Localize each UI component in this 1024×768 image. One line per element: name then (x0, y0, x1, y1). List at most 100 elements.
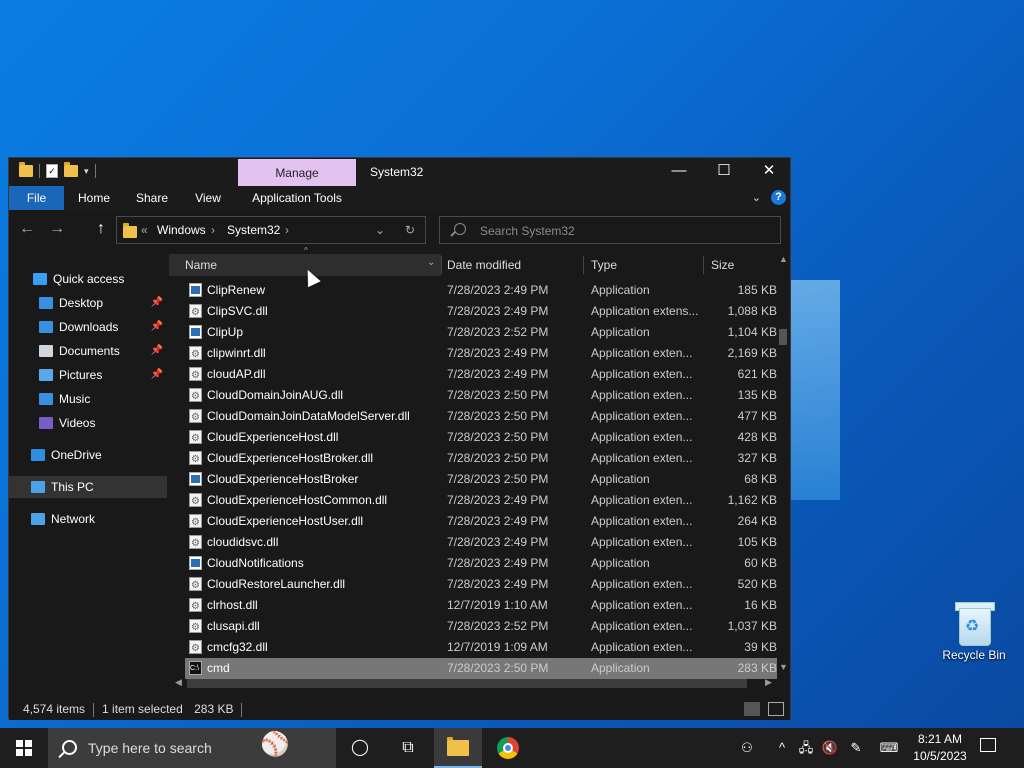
table-row[interactable]: clipwinrt.dll 7/28/2023 2:49 PM Applicatio… (185, 343, 777, 365)
minimize-button[interactable]: — (656, 158, 702, 186)
tab-home[interactable]: Home (71, 186, 117, 210)
column-header-date-modified[interactable]: Date modified (439, 254, 583, 276)
table-row[interactable]: ClipUp 7/28/2023 2:52 PM Application 1,104 … (185, 322, 777, 343)
notification-center-icon[interactable] (980, 738, 996, 752)
pin-icon[interactable]: 📌 (151, 316, 163, 338)
breadcrumb-windows[interactable]: Windows (157, 223, 206, 237)
vertical-scrollbar[interactable]: ▲ ▼ (777, 254, 789, 674)
table-row[interactable]: CloudDomainJoinAUG.dll 7/28/2023 2:50 PM A… (185, 385, 777, 407)
volume-muted-icon[interactable]: 🔇 (820, 728, 840, 768)
scroll-right-arrow-icon[interactable]: ▶ (765, 677, 772, 688)
up-button[interactable]: ↑ (89, 220, 113, 238)
expand-ribbon-chevron-icon[interactable]: ⌄ (752, 191, 761, 204)
tab-view[interactable]: View (185, 186, 231, 210)
tab-share[interactable]: Share (129, 186, 175, 210)
sidebar-item-onedrive[interactable]: OneDrive (9, 444, 167, 466)
breadcrumb-separator-icon[interactable]: › (211, 223, 215, 237)
dll-file-icon (189, 596, 202, 617)
address-bar[interactable]: « Windows › System32 › ⌄ ↻ (116, 216, 426, 244)
file-date-modified: 7/28/2023 2:49 PM (447, 367, 549, 381)
file-type: Application (591, 325, 650, 339)
sidebar-item-this-pc[interactable]: This PC (9, 476, 167, 498)
onedrive-icon (31, 449, 45, 461)
maximize-button[interactable]: ☐ (701, 158, 747, 186)
file-name: ClipUp (207, 325, 244, 339)
sidebar-item-downloads[interactable]: Downloads 📌 (9, 316, 167, 338)
table-row[interactable]: CloudExperienceHostCommon.dll 7/28/2023 2… (185, 490, 777, 512)
taskbar-search-box[interactable]: Type here to search ⚾ (48, 728, 336, 768)
scroll-left-arrow-icon[interactable]: ◀ (175, 677, 182, 688)
cortana-icon[interactable]: ◯ (336, 728, 384, 768)
table-row[interactable]: CloudExperienceHostBroker 7/28/2023 2:50 … (185, 469, 777, 490)
table-row[interactable]: CloudExperienceHostUser.dll 7/28/2023 2:4… (185, 511, 777, 533)
forward-button[interactable]: → (45, 220, 69, 238)
breadcrumb-separator-icon[interactable]: › (285, 223, 289, 237)
table-row[interactable]: CloudExperienceHost.dll 7/28/2023 2:50 PM… (185, 427, 777, 449)
vertical-scroll-thumb[interactable] (779, 329, 787, 345)
search-box[interactable]: Search System32 (439, 216, 781, 244)
close-button[interactable]: ✕ (746, 158, 792, 186)
pen-workspace-icon[interactable]: ✎ (846, 728, 866, 768)
tab-file[interactable]: File (9, 186, 64, 210)
horizontal-scroll-thumb[interactable] (187, 679, 747, 688)
refresh-icon[interactable]: ↻ (405, 223, 415, 237)
table-row[interactable]: CloudRestoreLauncher.dll 7/28/2023 2:49 P… (185, 574, 777, 596)
table-row[interactable]: ClipRenew 7/28/2023 2:49 PM Application 185… (185, 280, 777, 301)
sidebar-item-music[interactable]: Music (9, 388, 167, 410)
table-row[interactable]: cloudidsvc.dll 7/28/2023 2:49 PM Applicati… (185, 532, 777, 554)
manage-contextual-tab[interactable]: Manage (238, 159, 356, 186)
table-row[interactable]: cloudAP.dll 7/28/2023 2:49 PM Application … (185, 364, 777, 386)
table-row[interactable]: cmcfg32.dll 12/7/2019 1:09 AM Application … (185, 637, 777, 659)
show-hidden-icons-chevron-icon[interactable]: ^ (774, 728, 790, 768)
chrome-taskbar-icon[interactable] (484, 728, 532, 768)
column-header-size[interactable]: Size (703, 254, 777, 276)
taskbar: Type here to search ⚾ ◯ ⧉ ⚇ ^ 🖧 🔇 ✎ ⌨ 8:… (0, 728, 1024, 768)
breadcrumb-overflow[interactable]: « (141, 223, 148, 237)
sidebar-item-quick-access[interactable]: Quick access (9, 268, 167, 290)
sidebar-item-network[interactable]: Network (9, 508, 167, 530)
breadcrumb-system32[interactable]: System32 (227, 223, 280, 237)
details-view-icon[interactable] (744, 702, 760, 716)
table-row[interactable]: ClipSVC.dll 7/28/2023 2:49 PM Application … (185, 301, 777, 323)
customize-toolbar-chevron-icon[interactable]: ▾ (84, 166, 89, 177)
people-icon[interactable]: ⚇ (736, 728, 758, 768)
recycle-bin-shortcut[interactable]: ♻ Recycle Bin (938, 600, 1010, 662)
navigation-pane: Quick access Desktop 📌 Downloads 📌 Documents 📌… (9, 250, 167, 698)
network-tray-icon[interactable]: 🖧 (796, 728, 816, 768)
sidebar-item-videos[interactable]: Videos (9, 412, 167, 434)
table-row[interactable]: clrhost.dll 12/7/2019 1:10 AM Application … (185, 595, 777, 617)
large-icons-view-icon[interactable] (768, 702, 784, 716)
help-icon[interactable]: ? (771, 190, 786, 205)
tab-application-tools[interactable]: Application Tools (245, 186, 349, 210)
dll-file-icon (189, 512, 202, 533)
new-folder-icon[interactable] (64, 162, 78, 177)
pin-icon[interactable]: 📌 (151, 292, 163, 314)
sidebar-item-pictures[interactable]: Pictures 📌 (9, 364, 167, 386)
properties-icon[interactable]: ✓ (46, 164, 58, 178)
sidebar-item-desktop[interactable]: Desktop 📌 (9, 292, 167, 314)
scroll-down-arrow-icon[interactable]: ▼ (779, 662, 788, 672)
column-dropdown-chevron-icon[interactable]: ⌄ (427, 257, 435, 268)
file-type: Application exten... (591, 367, 693, 381)
file-explorer-taskbar-icon[interactable] (434, 728, 482, 768)
file-size: 60 KB (744, 556, 777, 570)
system-clock[interactable]: 8:21 AM 10/5/2023 (906, 731, 974, 765)
address-history-chevron-icon[interactable]: ⌄ (375, 223, 385, 237)
search-placeholder: Search System32 (480, 224, 575, 238)
folder-icon[interactable] (19, 162, 33, 177)
scroll-up-arrow-icon[interactable]: ▲ (779, 254, 788, 264)
table-row[interactable]: clusapi.dll 7/28/2023 2:52 PM Application … (185, 616, 777, 638)
sidebar-item-documents[interactable]: Documents 📌 (9, 340, 167, 362)
file-name: cloudAP.dll (207, 367, 266, 381)
table-row[interactable]: CloudExperienceHostBroker.dll 7/28/2023 2… (185, 448, 777, 470)
touch-keyboard-icon[interactable]: ⌨ (876, 728, 902, 768)
task-view-icon[interactable]: ⧉ (384, 728, 432, 768)
column-header-type[interactable]: Type (583, 254, 703, 276)
back-button[interactable]: ← (15, 220, 39, 238)
table-row[interactable]: CloudDomainJoinDataModelServer.dll 7/28/2… (185, 406, 777, 428)
horizontal-scrollbar[interactable]: ◀ ▶ (173, 676, 777, 690)
start-button[interactable] (0, 728, 48, 768)
pin-icon[interactable]: 📌 (151, 364, 163, 386)
table-row[interactable]: CloudNotifications 7/28/2023 2:49 PM Appli… (185, 553, 777, 574)
pin-icon[interactable]: 📌 (151, 340, 163, 362)
